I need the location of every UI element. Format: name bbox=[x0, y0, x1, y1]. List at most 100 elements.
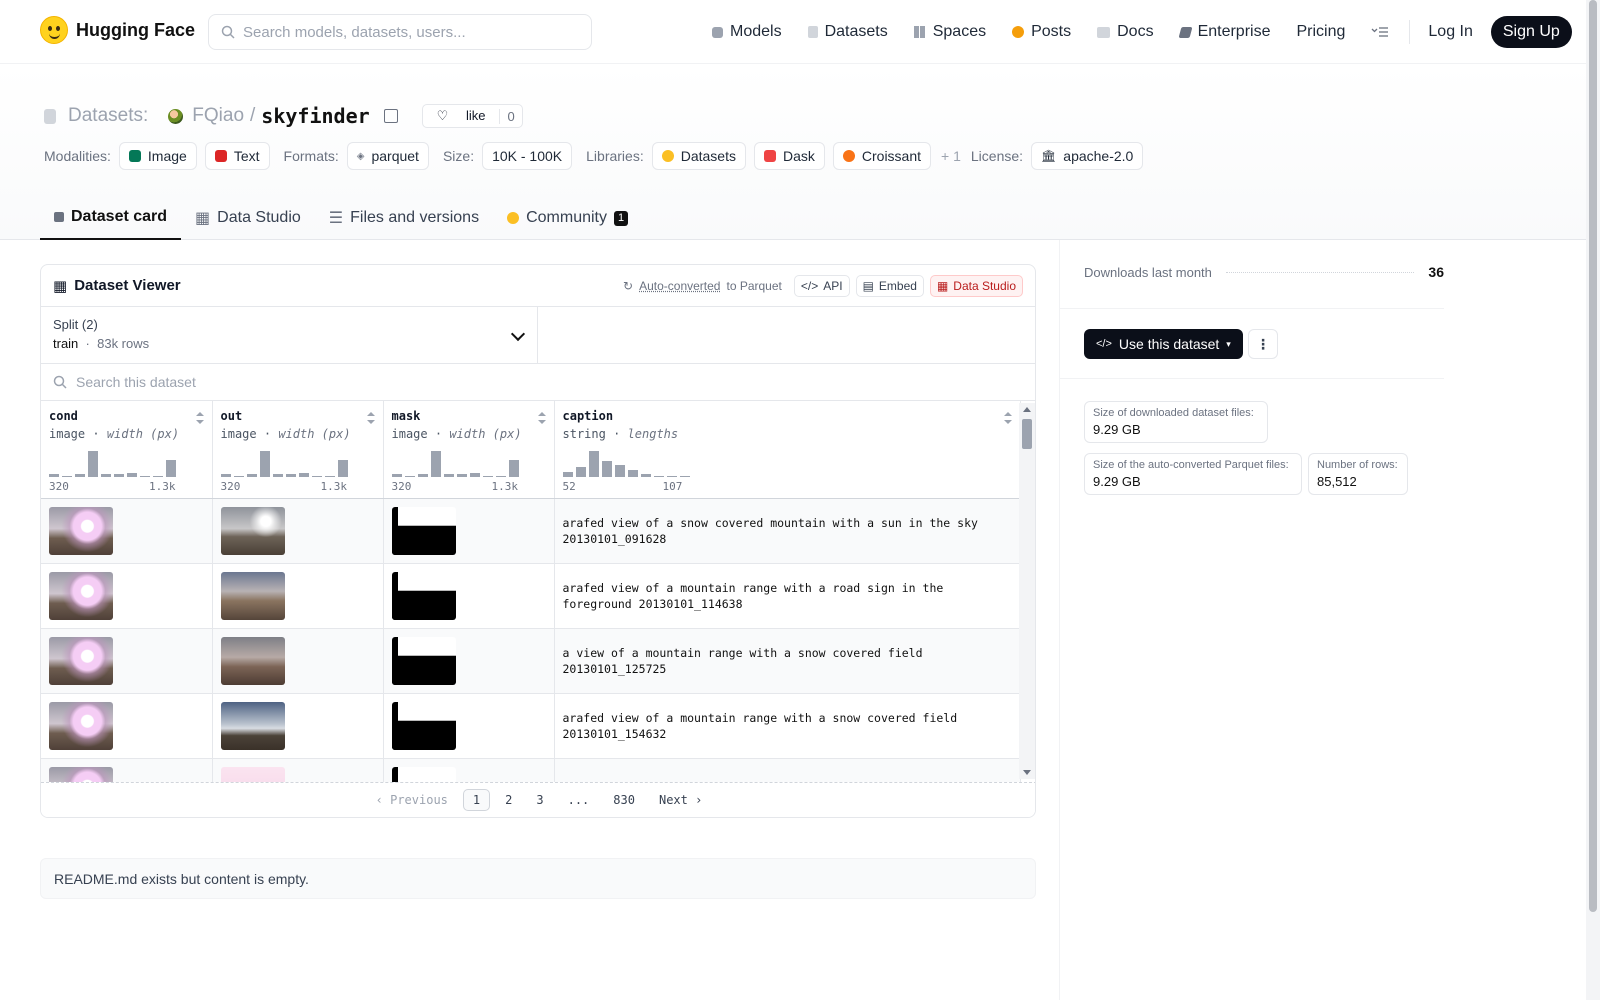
pagination-next[interactable]: Next › bbox=[650, 790, 711, 810]
histogram-bar[interactable] bbox=[114, 474, 124, 477]
tab-files-and-versions[interactable]: ☰ Files and versions bbox=[315, 196, 493, 240]
nav-docs[interactable]: Docs bbox=[1085, 0, 1165, 64]
embed-button[interactable]: ▤ Embed bbox=[855, 274, 924, 297]
table-row[interactable]: arafed view of a mountain range with a s… bbox=[41, 693, 1021, 759]
histogram-bar[interactable] bbox=[679, 476, 690, 477]
cell-mask[interactable] bbox=[383, 628, 555, 694]
page-button-1[interactable]: 1 bbox=[462, 789, 491, 811]
table-row[interactable]: a view of a mountain range with a snow c… bbox=[41, 628, 1021, 694]
cell-cond[interactable] bbox=[41, 563, 213, 629]
histogram-bar[interactable] bbox=[220, 474, 231, 477]
histogram-bar[interactable] bbox=[575, 467, 586, 477]
histogram-bar[interactable] bbox=[88, 451, 98, 477]
global-search[interactable] bbox=[208, 14, 592, 50]
cond-image[interactable] bbox=[49, 571, 113, 620]
histogram-bar[interactable] bbox=[469, 473, 480, 477]
cell-mask[interactable] bbox=[383, 563, 555, 629]
cell-out[interactable] bbox=[212, 693, 384, 759]
dataset-search-input[interactable] bbox=[76, 374, 476, 390]
use-this-dataset-button[interactable]: </> Use this dataset ▾ bbox=[1084, 329, 1243, 359]
cond-image[interactable] bbox=[49, 506, 113, 555]
column-header-mask[interactable]: mask image · width (px) 320 1.3k bbox=[383, 401, 555, 499]
histogram-bar[interactable] bbox=[153, 476, 163, 477]
histogram-bar[interactable] bbox=[127, 473, 137, 477]
login-link[interactable]: Log In bbox=[1418, 23, 1482, 41]
scroll-down-icon[interactable] bbox=[1023, 770, 1031, 775]
cell-cond[interactable] bbox=[41, 498, 213, 564]
column-header-out[interactable]: out image · width (px) 320 1.3k bbox=[212, 401, 384, 499]
histogram-bar[interactable] bbox=[417, 474, 428, 477]
global-search-input[interactable] bbox=[243, 23, 573, 41]
histogram-bar[interactable] bbox=[246, 474, 257, 477]
histogram-bar[interactable] bbox=[456, 474, 467, 477]
histogram-bar[interactable] bbox=[640, 474, 651, 477]
histogram-bar[interactable] bbox=[166, 460, 176, 477]
histogram-bar[interactable] bbox=[562, 472, 573, 477]
sort-icon[interactable] bbox=[195, 412, 204, 424]
histogram-bar[interactable] bbox=[666, 476, 677, 477]
dataset-name[interactable]: skyfinder bbox=[261, 104, 369, 128]
cond-image[interactable] bbox=[49, 701, 113, 750]
dataset-search[interactable] bbox=[41, 364, 1035, 401]
sort-icon[interactable] bbox=[1003, 412, 1012, 424]
cell-mask[interactable] bbox=[383, 498, 555, 564]
histogram-bar[interactable] bbox=[140, 476, 150, 477]
histogram-bar[interactable] bbox=[508, 460, 519, 477]
histogram-bar[interactable] bbox=[324, 476, 335, 477]
histogram-bar[interactable] bbox=[272, 474, 283, 477]
histogram-bar[interactable] bbox=[391, 474, 402, 477]
histogram-bar[interactable] bbox=[495, 476, 506, 477]
page-scroll-thumb[interactable] bbox=[1589, 0, 1597, 912]
tag-library-croissant[interactable]: Croissant bbox=[832, 142, 932, 170]
histogram-bar[interactable] bbox=[75, 474, 85, 477]
table-row[interactable]: arafed view of a mountain range with a r… bbox=[41, 563, 1021, 629]
nav-models[interactable]: Models bbox=[700, 0, 794, 64]
page-button-2[interactable]: 2 bbox=[496, 790, 521, 810]
tag-modality-image[interactable]: Image bbox=[118, 142, 197, 170]
tag-format-parquet[interactable]: ◈ parquet bbox=[346, 142, 429, 170]
histogram-bar[interactable] bbox=[430, 451, 441, 477]
page-button-3[interactable]: 3 bbox=[527, 790, 552, 810]
breadcrumb-owner[interactable]: FQiao bbox=[192, 105, 244, 127]
tag-size[interactable]: 10K - 100K bbox=[482, 142, 573, 170]
tag-modality-text[interactable]: Text bbox=[204, 142, 270, 170]
nav-posts[interactable]: Posts bbox=[1000, 0, 1083, 64]
cell-caption[interactable]: arafed view of a mountain range with a r… bbox=[554, 563, 1021, 629]
page-button-last[interactable]: 830 bbox=[604, 790, 644, 810]
pagination-previous[interactable]: ‹ Previous bbox=[367, 790, 457, 810]
histogram-bar[interactable] bbox=[404, 476, 415, 477]
histogram-bar[interactable] bbox=[233, 476, 244, 477]
nav-spaces[interactable]: Spaces bbox=[902, 0, 998, 64]
cell-out[interactable] bbox=[212, 498, 384, 564]
cell-caption[interactable]: a view of a mountain range with a snow c… bbox=[554, 628, 1021, 694]
histogram-bar[interactable] bbox=[482, 476, 493, 477]
more-options-button[interactable]: ⋮ bbox=[1248, 329, 1278, 359]
cell-out[interactable] bbox=[212, 628, 384, 694]
histogram-bar[interactable] bbox=[285, 474, 296, 477]
mask-image[interactable] bbox=[391, 701, 456, 750]
logo-link[interactable]: Hugging Face bbox=[40, 16, 195, 44]
nav-more-menu[interactable] bbox=[1359, 0, 1401, 64]
mask-image[interactable] bbox=[391, 636, 456, 685]
mask-image[interactable] bbox=[391, 571, 456, 620]
histogram-bar[interactable] bbox=[49, 474, 59, 477]
cell-cond[interactable] bbox=[41, 628, 213, 694]
auto-converted-link[interactable]: Auto-converted bbox=[639, 279, 720, 293]
tab-community[interactable]: Community 1 bbox=[493, 196, 642, 240]
nav-enterprise[interactable]: Enterprise bbox=[1168, 0, 1283, 64]
sort-icon[interactable] bbox=[537, 412, 546, 424]
signup-button[interactable]: Sign Up bbox=[1490, 16, 1572, 48]
histogram-bar[interactable] bbox=[443, 474, 454, 477]
histogram-bar[interactable] bbox=[627, 470, 638, 477]
sort-icon[interactable] bbox=[366, 412, 375, 424]
histogram-bar[interactable] bbox=[62, 476, 72, 477]
histogram-bar[interactable] bbox=[311, 476, 322, 477]
tab-data-studio[interactable]: ▦ Data Studio bbox=[181, 196, 315, 240]
libraries-more[interactable]: + 1 bbox=[941, 148, 961, 164]
out-image[interactable] bbox=[220, 571, 285, 620]
api-button[interactable]: </> API bbox=[793, 274, 850, 297]
cell-mask[interactable] bbox=[383, 693, 555, 759]
out-image[interactable] bbox=[220, 701, 285, 750]
scroll-up-icon[interactable] bbox=[1023, 407, 1031, 412]
mask-image[interactable] bbox=[391, 506, 456, 555]
